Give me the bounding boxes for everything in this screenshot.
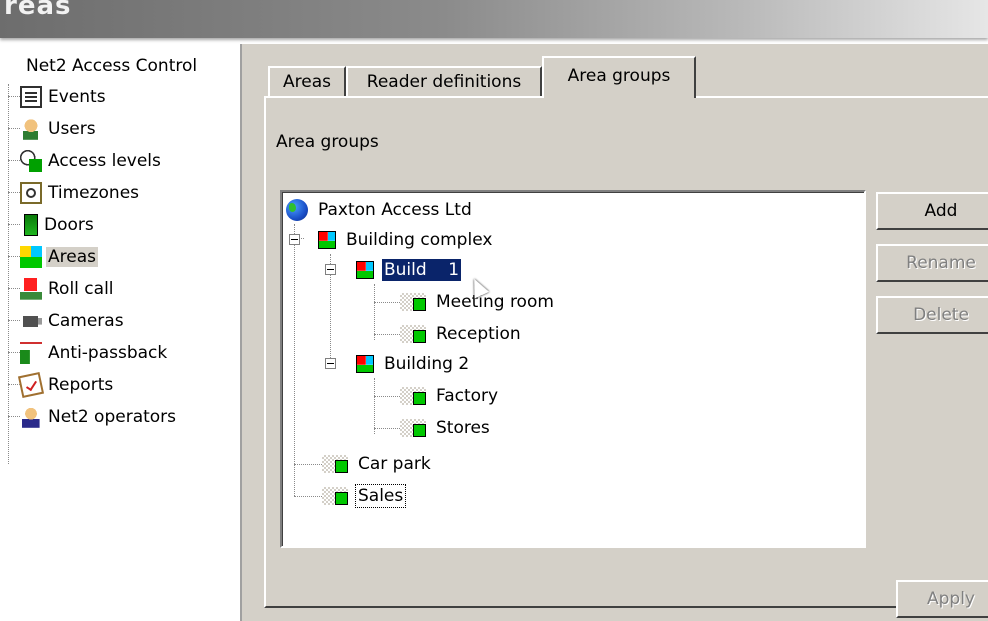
tree-node-label: Stores	[436, 418, 490, 438]
apply-button[interactable]: Apply	[896, 580, 988, 618]
area-icon	[322, 455, 348, 473]
areas-icon	[20, 246, 42, 268]
nav-item-label: Reports	[48, 375, 114, 395]
access-levels-icon	[20, 150, 42, 172]
nav-item-label: Doors	[44, 215, 94, 235]
tab-reader-definitions[interactable]: Reader definitions	[346, 66, 542, 96]
tree-node-paxton-access-ltd[interactable]: Paxton Access Ltd	[286, 196, 474, 224]
nav-item-cameras[interactable]: Cameras	[8, 308, 126, 334]
operators-icon	[20, 406, 42, 428]
nav-root-label: Net2 Access Control	[26, 56, 198, 76]
nav-item-reports[interactable]: Reports	[8, 371, 115, 399]
area-group-icon	[318, 231, 336, 249]
tree-node-label: Building complex	[346, 230, 493, 250]
apply-button-label: Apply	[927, 589, 975, 609]
door-icon	[24, 214, 38, 236]
collapse-toggle[interactable]	[289, 234, 300, 245]
camera-icon	[20, 310, 42, 332]
area-icon	[400, 419, 426, 437]
nav-item-roll-call[interactable]: Roll call	[8, 276, 116, 302]
collapse-toggle[interactable]	[325, 264, 336, 275]
tree-connector	[8, 84, 9, 464]
tree-node-label: Paxton Access Ltd	[318, 200, 472, 220]
nav-item-access-levels[interactable]: Access levels	[8, 148, 163, 174]
section-label: Area groups	[276, 132, 379, 152]
nav-item-label: Timezones	[48, 183, 140, 203]
tree-node-car-park[interactable]: Car park	[322, 450, 433, 478]
tab-label: Area groups	[567, 66, 671, 86]
tree-node-label: Car park	[358, 454, 431, 474]
globe-icon	[286, 199, 308, 221]
tree-node-stores[interactable]: Stores	[400, 414, 492, 442]
tree-node-label: Factory	[436, 386, 499, 406]
delete-button-label: Delete	[913, 305, 969, 325]
tree-node-building-1[interactable]: Build 1	[356, 256, 462, 284]
tab-label: Areas	[283, 72, 331, 92]
tab-area-groups[interactable]: Area groups	[542, 56, 696, 98]
tab-content: Area groups Paxton Access Ltd Building c…	[264, 96, 988, 608]
nav-item-users[interactable]: Users	[8, 116, 98, 142]
tab-areas[interactable]: Areas	[268, 66, 346, 96]
nav-root-item[interactable]: Net2 Access Control	[26, 56, 197, 76]
tree-node-reception[interactable]: Reception	[400, 320, 523, 348]
nav-item-net2-operators[interactable]: Net2 operators	[8, 404, 178, 430]
tree-node-factory[interactable]: Factory	[400, 382, 500, 410]
main-panel: Areas Reader definitions Area groups Are…	[242, 44, 988, 621]
events-icon	[20, 86, 42, 108]
tree-node-label: Sales	[354, 484, 407, 508]
add-button[interactable]: Add	[876, 192, 988, 230]
nav-item-events[interactable]: Events	[8, 84, 108, 110]
anti-passback-icon	[20, 342, 42, 364]
nav-item-areas[interactable]: Areas	[8, 244, 98, 270]
tree-node-building-complex[interactable]: Building complex	[318, 226, 494, 254]
roll-call-icon	[20, 278, 42, 300]
nav-item-label: Access levels	[48, 151, 161, 171]
nav-item-label: Events	[48, 87, 106, 107]
nav-item-label: Roll call	[48, 279, 114, 299]
area-group-icon	[356, 261, 374, 279]
nav-item-label: Cameras	[48, 311, 124, 331]
tree-node-label: Build 1	[382, 259, 462, 281]
nav-item-doors[interactable]: Doors	[8, 212, 96, 238]
nav-item-label: Anti-passback	[48, 343, 168, 363]
tree-node-label: Reception	[436, 324, 521, 344]
reports-icon	[17, 371, 45, 399]
timezones-icon	[20, 182, 42, 204]
window-title: reas	[4, 0, 72, 21]
tree-node-label: Meeting room	[436, 292, 554, 312]
tree-node-building-2[interactable]: Building 2	[356, 350, 471, 378]
navigation-tree: Net2 Access Control Events Users Access …	[0, 44, 242, 621]
delete-button[interactable]: Delete	[876, 296, 988, 334]
add-button-label: Add	[924, 201, 958, 221]
rename-button[interactable]: Rename	[876, 244, 988, 282]
nav-item-timezones[interactable]: Timezones	[8, 180, 141, 206]
nav-item-label: Areas	[46, 247, 98, 267]
area-icon	[400, 293, 426, 311]
area-group-icon	[356, 355, 374, 373]
rename-button-label: Rename	[906, 253, 976, 273]
nav-item-label: Net2 operators	[48, 407, 177, 427]
area-icon	[322, 487, 348, 505]
tree-node-label: Building 2	[384, 354, 470, 374]
window-title-bar: reas	[0, 0, 988, 38]
area-groups-tree[interactable]: Paxton Access Ltd Building complex Build…	[280, 190, 866, 548]
nav-item-anti-passback[interactable]: Anti-passback	[8, 340, 169, 366]
tree-node-sales[interactable]: Sales	[322, 482, 407, 510]
users-icon	[20, 118, 42, 140]
area-icon	[400, 325, 426, 343]
collapse-toggle[interactable]	[325, 358, 336, 369]
area-icon	[400, 387, 426, 405]
tab-label: Reader definitions	[366, 72, 522, 92]
nav-item-label: Users	[48, 119, 96, 139]
